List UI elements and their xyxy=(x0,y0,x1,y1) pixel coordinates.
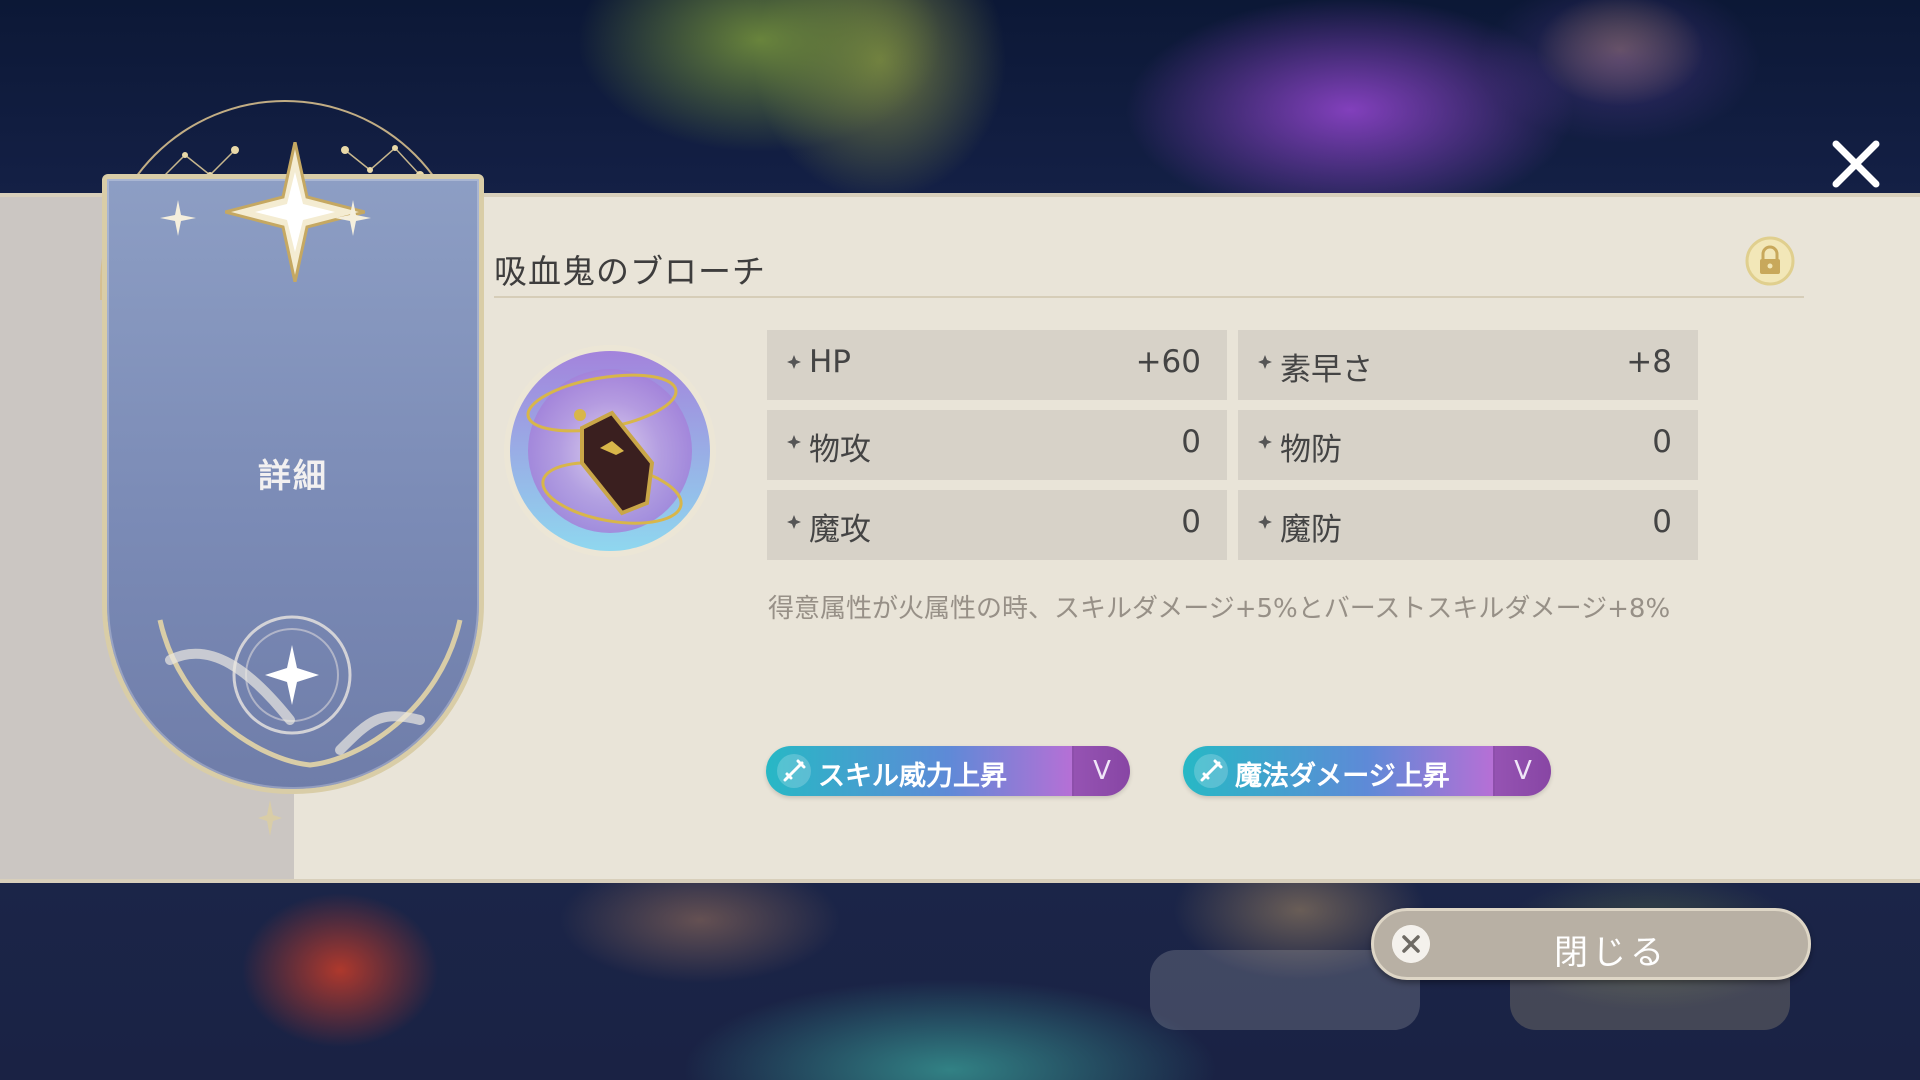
tag-magic-damage-up[interactable]: 魔法ダメージ上昇 V xyxy=(1183,746,1551,796)
lock-icon[interactable] xyxy=(1745,236,1795,286)
sparkle-icon xyxy=(1258,435,1272,449)
tab-label: 詳細 xyxy=(258,456,328,495)
sparkle-icon xyxy=(258,800,282,836)
stat-value: +8 xyxy=(1626,344,1672,380)
stat-hp: HP +60 xyxy=(767,330,1227,400)
tag-label: スキル威力上昇 xyxy=(818,761,1007,792)
stat-value: 0 xyxy=(1181,424,1201,460)
stat-magic-attack: 魔攻 0 xyxy=(767,490,1227,560)
close-button[interactable]: 閉じる xyxy=(1371,908,1811,980)
close-button-label: 閉じる xyxy=(1554,933,1668,973)
item-description: 得意属性が火属性の時、スキルダメージ+5%とバーストスキルダメージ+8% xyxy=(768,594,1671,624)
stat-physical-attack: 物攻 0 xyxy=(767,410,1227,480)
sparkle-icon xyxy=(1258,355,1272,369)
stat-label: 魔攻 xyxy=(809,512,871,548)
sparkle-icon xyxy=(1258,515,1272,529)
stat-value: +60 xyxy=(1135,344,1201,380)
sparkle-icon xyxy=(787,515,801,529)
sparkle-icon xyxy=(160,200,196,236)
sparkle-icon xyxy=(335,200,371,236)
sparkle-icon xyxy=(787,435,801,449)
stat-speed: 素早さ +8 xyxy=(1238,330,1698,400)
tag-level: V xyxy=(1495,746,1551,796)
stat-value: 0 xyxy=(1652,424,1672,460)
stat-value: 0 xyxy=(1652,504,1672,540)
wing-decoration xyxy=(157,619,463,768)
vampire-coffin-brooch-icon xyxy=(504,345,716,557)
stat-value: 0 xyxy=(1181,504,1201,540)
title-divider xyxy=(494,296,1804,298)
stat-label: 物攻 xyxy=(809,432,871,468)
stat-label: 魔防 xyxy=(1280,512,1342,548)
sword-icon xyxy=(1194,754,1228,788)
stat-physical-defense: 物防 0 xyxy=(1238,410,1698,480)
stat-label: 物防 xyxy=(1280,432,1342,468)
detail-tab[interactable]: 詳細 xyxy=(40,100,484,840)
sparkle-icon xyxy=(787,355,801,369)
tag-label: 魔法ダメージ上昇 xyxy=(1235,761,1450,792)
close-icon[interactable] xyxy=(1826,134,1886,194)
sword-icon xyxy=(777,754,811,788)
tag-skill-power-up[interactable]: スキル威力上昇 V xyxy=(766,746,1130,796)
tag-level: V xyxy=(1074,746,1130,796)
item-name: 吸血鬼のブローチ xyxy=(494,252,766,291)
stat-label: HP xyxy=(809,344,852,380)
stat-magic-defense: 魔防 0 xyxy=(1238,490,1698,560)
stat-label: 素早さ xyxy=(1280,352,1373,388)
